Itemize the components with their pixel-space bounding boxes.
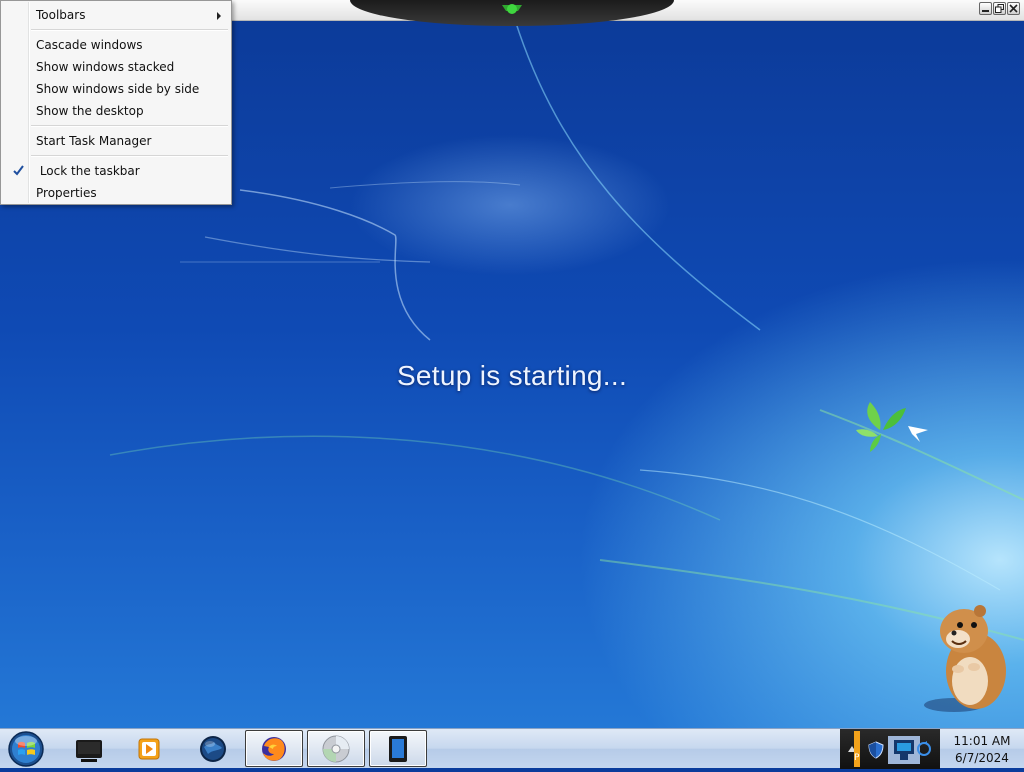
submenu-arrow-icon xyxy=(217,12,221,20)
menu-separator xyxy=(31,29,228,31)
menu-item-label: Cascade windows xyxy=(36,38,143,52)
firefox-icon xyxy=(262,736,286,761)
minimize-icon xyxy=(982,10,989,12)
tray-indicator-letter: P xyxy=(854,753,860,763)
menu-item-show-the-desktop[interactable]: Show the desktop xyxy=(3,100,229,122)
menu-item-properties[interactable]: Properties xyxy=(3,182,229,204)
restore-button[interactable] xyxy=(993,2,1006,15)
shield-icon[interactable] xyxy=(868,741,884,759)
menu-item-label: Toolbars xyxy=(36,8,86,22)
menu-separator xyxy=(31,155,228,157)
restore-icon xyxy=(995,4,1004,13)
menu-item-cascade-windows[interactable]: Cascade windows xyxy=(3,34,229,56)
taskbar-item-firefox[interactable] xyxy=(245,730,303,767)
window-controls xyxy=(979,2,1020,15)
device-window-icon xyxy=(389,735,407,762)
menu-item-show-windows-stacked[interactable]: Show windows stacked xyxy=(3,56,229,78)
system-tray: P 11:01 AM 6/7/2024 xyxy=(840,729,1024,769)
menu-item-lock-the-taskbar[interactable]: Lock the taskbar xyxy=(3,160,229,182)
clock-time[interactable]: 11:01 AM xyxy=(940,734,1024,748)
menu-item-label: Show windows stacked xyxy=(36,60,175,74)
taskbar[interactable]: P 11:01 AM 6/7/2024 xyxy=(0,728,1024,769)
taskbar-context-menu: Toolbars Cascade windows Show windows st… xyxy=(0,0,232,205)
menu-item-show-windows-side-by-side[interactable]: Show windows side by side xyxy=(3,78,229,100)
taskbar-item-cd-disc[interactable] xyxy=(307,730,365,767)
menu-item-toolbars[interactable]: Toolbars xyxy=(3,4,229,26)
globe-icon xyxy=(200,735,226,762)
taskbar-item-media-player[interactable] xyxy=(120,730,178,767)
close-button[interactable] xyxy=(1007,2,1020,15)
menu-item-label: Show the desktop xyxy=(36,104,144,118)
cd-disc-icon xyxy=(322,735,350,762)
menu-separator xyxy=(31,125,228,127)
monitor-app-icon xyxy=(76,739,102,762)
checkmark-icon xyxy=(13,165,24,176)
hamster-mascot-icon xyxy=(924,605,1006,712)
taskbar-item-monitor-app[interactable] xyxy=(60,730,118,767)
menu-item-label: Lock the taskbar xyxy=(39,164,140,178)
taskbar-item-device-window[interactable] xyxy=(369,730,427,767)
close-icon xyxy=(1009,4,1018,13)
media-player-icon xyxy=(138,738,160,759)
leaf-bird-logo-icon xyxy=(856,402,928,452)
windows-orb-icon xyxy=(8,731,44,767)
tray-icon-area: P xyxy=(840,729,940,769)
setup-message: Setup is starting... xyxy=(396,360,628,391)
start-button[interactable] xyxy=(6,730,46,768)
menu-item-start-task-manager[interactable]: Start Task Manager xyxy=(3,130,229,152)
minimize-button[interactable] xyxy=(979,2,992,15)
sync-icon[interactable] xyxy=(916,741,932,757)
menu-item-label: Show windows side by side xyxy=(36,82,200,96)
notch-status-indicator-icon xyxy=(502,4,522,14)
menu-item-label: Properties xyxy=(36,186,97,200)
clock-date[interactable]: 6/7/2024 xyxy=(940,751,1024,765)
taskbar-item-globe[interactable] xyxy=(184,730,242,767)
menu-item-label: Start Task Manager xyxy=(36,134,152,148)
